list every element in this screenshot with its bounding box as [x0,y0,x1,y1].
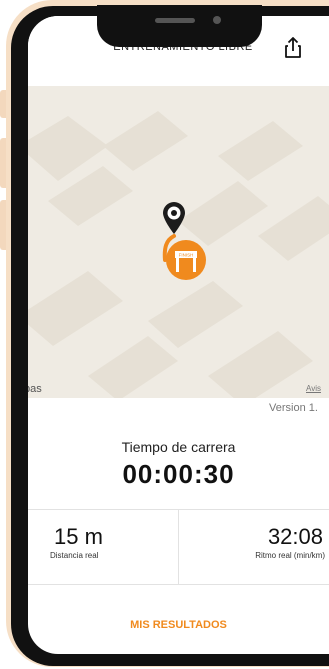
finish-text: FINISH [179,253,194,258]
distance-label: Distancia real [50,551,99,560]
speaker-grille [155,18,195,23]
pace-label: Ritmo real (min/km) [255,551,325,560]
map-attribution-left: pas [28,383,42,395]
phone-notch [97,5,262,47]
run-time-value: 00:00:30 [122,459,235,489]
map-legal-link[interactable]: Avis [306,384,321,393]
pace-value: 32:08 [267,524,323,549]
stats-panel: 15 m Distancia real 32:08 Ritmo real (mi… [28,509,329,585]
version-label: Version 1. [269,402,318,414]
distance-value: 15 m [54,524,103,549]
app-screen: ENTRENAMIENTO LIBRE pas [28,16,329,654]
location-pin-icon[interactable] [161,201,187,235]
front-camera [213,16,221,24]
my-results-button[interactable]: MIS RESULTADOS [28,619,329,631]
share-icon[interactable] [282,36,304,60]
stats-divider [178,510,179,584]
finish-gate-icon[interactable]: FINISH [165,239,207,281]
run-time-label: Tiempo de carrera [121,439,236,455]
map-view[interactable]: pas Avis FINISH [28,86,329,398]
